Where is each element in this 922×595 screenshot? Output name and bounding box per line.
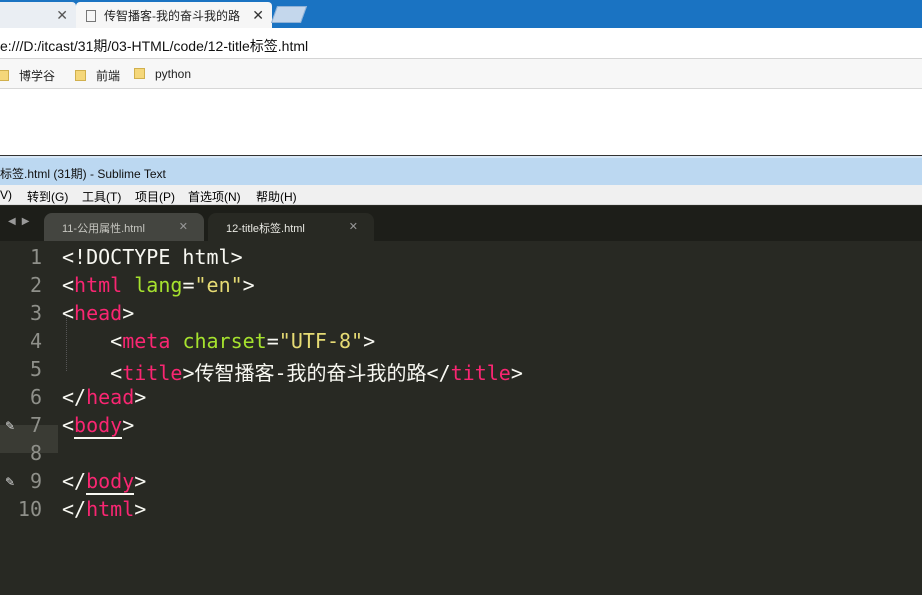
menu-item-help[interactable]: 帮助(H)	[256, 188, 297, 205]
document-icon	[86, 10, 96, 22]
editor-tab-label: 12-title标签.html	[226, 223, 305, 235]
address-bar[interactable]: e:///D:/itcast/31期/03-HTML/code/12-title…	[0, 28, 922, 59]
line-number: 8	[29, 441, 42, 465]
menu-item-project[interactable]: 项目(P)	[135, 188, 175, 205]
code-line-4: <meta charset="UTF-8">	[110, 329, 376, 353]
sublime-window: 标签.html (31期) - Sublime Text V) 转到(G) 工具…	[0, 155, 922, 595]
line-number: 1	[29, 245, 42, 269]
code-line-7: <body>	[62, 413, 135, 439]
close-icon[interactable]: ✕	[349, 220, 358, 233]
code-line-1: <!DOCTYPE html>	[62, 245, 243, 269]
code-line-9: </body>	[62, 469, 147, 495]
folder-icon	[75, 70, 86, 81]
browser-tab-previous[interactable]: ✕	[0, 2, 76, 28]
code-line-5: <title>传智播客-我的奋斗我的路</title>	[110, 361, 523, 385]
bookmark-item[interactable]: 博学谷	[0, 67, 55, 84]
close-icon[interactable]: ✕	[56, 7, 68, 24]
line-number: 4	[29, 329, 42, 353]
line-number: 6	[29, 385, 42, 409]
address-url[interactable]: e:///D:/itcast/31期/03-HTML/code/12-title…	[0, 36, 308, 56]
new-tab-button[interactable]	[270, 6, 308, 23]
editor-tab-label: 11-公用属性.html	[62, 223, 145, 235]
code-line-3: <head>	[62, 301, 135, 325]
folder-icon	[0, 70, 9, 81]
code-line-10: </html>	[62, 497, 147, 521]
menu-item-preferences[interactable]: 首选项(N)	[188, 188, 241, 205]
line-number: 3	[29, 301, 42, 325]
editor-tab-bar: ◀▶ 11-公用属性.html ✕ 12-title标签.html ✕	[0, 206, 922, 241]
tab-nav-arrows-icon[interactable]: ◀▶	[8, 216, 35, 227]
line-number: 2	[29, 273, 42, 297]
sublime-title-bar: 标签.html (31期) - Sublime Text	[0, 156, 922, 185]
menu-item-view[interactable]: V)	[0, 188, 12, 202]
code-line-2: <html lang="en">	[62, 273, 255, 297]
close-icon[interactable]: ✕	[179, 220, 188, 233]
menu-item-goto[interactable]: 转到(G)	[27, 188, 68, 205]
browser-tab-bar: ✕ 传智播客-我的奋斗我的路 ✕	[0, 0, 922, 28]
editor-tab-active[interactable]: 12-title标签.html ✕	[208, 213, 374, 241]
close-icon[interactable]: ✕	[252, 7, 264, 24]
line-number: 10	[17, 497, 42, 521]
code-editor[interactable]: ✎ ✎ 1 2 3 4 5 6 7 8 9 10 <!DOCTYPE html>…	[0, 241, 922, 595]
line-number: 7	[29, 413, 42, 437]
menu-bar: V) 转到(G) 工具(T) 项目(P) 首选项(N) 帮助(H)	[0, 185, 922, 205]
bookmarks-bar: 博学谷 前端 python	[0, 59, 922, 89]
bookmark-item[interactable]: python	[134, 67, 191, 81]
browser-tab-active[interactable]: 传智播客-我的奋斗我的路 ✕	[76, 2, 272, 28]
line-number: 9	[29, 469, 42, 493]
code-line-6: </head>	[62, 385, 147, 409]
browser-tab-title: 传智播客-我的奋斗我的路	[104, 9, 240, 23]
folder-icon	[134, 68, 145, 79]
window-title: 标签.html (31期) - Sublime Text	[0, 167, 166, 181]
line-number: 5	[29, 357, 42, 381]
menu-item-tools[interactable]: 工具(T)	[82, 188, 121, 205]
editor-tab[interactable]: 11-公用属性.html ✕	[44, 213, 204, 241]
browser-viewport	[0, 89, 922, 155]
bookmark-item[interactable]: 前端	[75, 67, 120, 84]
